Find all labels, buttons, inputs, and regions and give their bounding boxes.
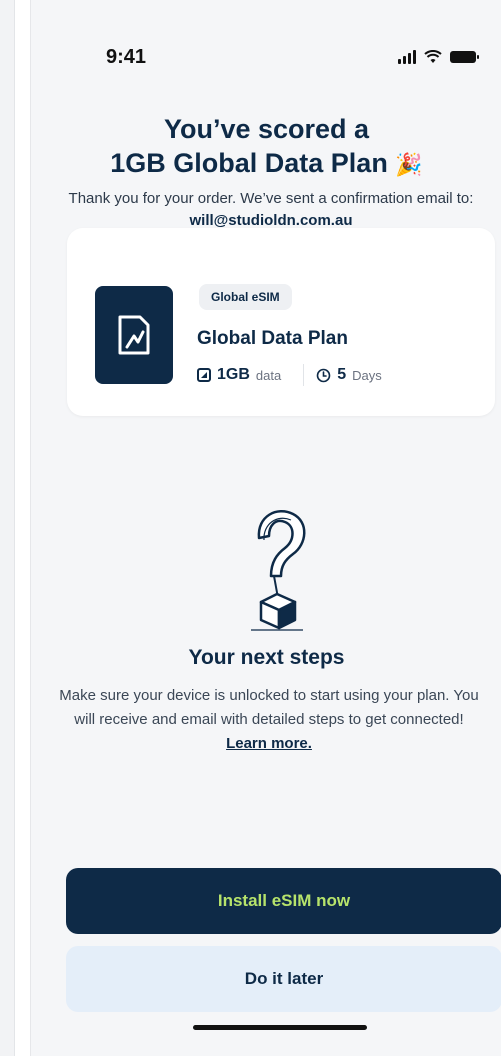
- title-plan-text: 1GB Global Data Plan: [110, 148, 388, 178]
- status-bar: 9:41: [31, 44, 501, 74]
- page-title: You’ve scored a 1GB Global Data Plan 🎉: [31, 112, 501, 182]
- do-it-later-button[interactable]: Do it later: [66, 946, 501, 1012]
- question-box-illustration: [251, 510, 306, 631]
- plan-meta: 1GB data 5 Days: [197, 364, 382, 386]
- title-line-2: 1GB Global Data Plan 🎉: [31, 146, 501, 182]
- status-icons: [398, 50, 479, 64]
- battery-icon: [450, 51, 479, 63]
- confirmation-email: will@studioldn.com.au: [189, 212, 353, 229]
- title-line-1: You’ve scored a: [163, 114, 370, 144]
- learn-more-link[interactable]: Learn more.: [226, 735, 312, 752]
- plan-duration: 5 Days: [316, 366, 382, 384]
- meta-divider: [303, 364, 305, 386]
- install-esim-button[interactable]: Install eSIM now: [66, 868, 501, 934]
- data-icon: [197, 368, 211, 382]
- esim-card-icon: [95, 286, 173, 384]
- phone-screen: 9:41 You’ve scored a 1GB Global Data Pla…: [30, 0, 501, 1056]
- status-time: 9:41: [106, 46, 147, 68]
- days-amount: 5: [337, 366, 347, 383]
- party-popper-icon: 🎉: [395, 152, 423, 177]
- clock-icon: [316, 368, 331, 382]
- data-amount: 1GB: [217, 366, 250, 383]
- next-steps-description: Make sure your device is unlocked to sta…: [59, 684, 479, 756]
- data-unit: data: [255, 367, 282, 383]
- home-indicator: [193, 1025, 367, 1030]
- next-steps-title: Your next steps: [188, 646, 345, 669]
- signal-icon: [398, 50, 416, 64]
- wifi-icon: [424, 50, 442, 63]
- confirmation-message: Thank you for your order. We’ve sent a c…: [68, 190, 474, 207]
- left-panel-edge: [0, 0, 15, 1056]
- plan-card: Global eSIM Global Data Plan 1GB data 5 …: [67, 228, 495, 416]
- plan-type-badge: Global eSIM: [199, 284, 292, 310]
- next-steps-body: Make sure your device is unlocked to sta…: [59, 687, 479, 728]
- data-allowance: 1GB data: [197, 366, 281, 384]
- plan-name: Global Data Plan: [197, 328, 348, 349]
- confirmation-text: Thank you for your order. We’ve sent a c…: [61, 188, 481, 232]
- days-unit: Days: [352, 367, 382, 383]
